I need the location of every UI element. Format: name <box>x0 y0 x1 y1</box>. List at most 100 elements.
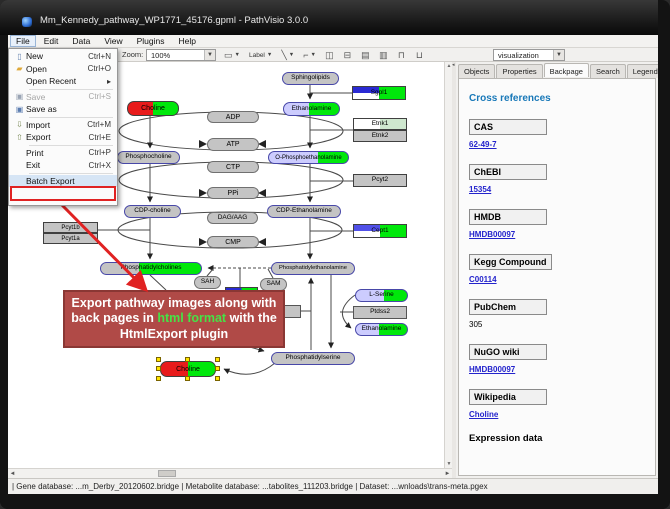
line-tool-button[interactable]: ╲▼ <box>278 49 297 61</box>
node-ptdss2[interactable]: Ptdss2 <box>353 306 407 319</box>
menu-item-new[interactable]: ▯NewCtrl+N <box>9 50 117 63</box>
distribute-horizontal-button[interactable]: ▥ <box>376 49 391 61</box>
menu-item-save-as[interactable]: ▣Save as <box>9 103 117 116</box>
xref-link[interactable]: 62-49-7 <box>469 140 645 149</box>
node-etnk2[interactable]: Etnk2 <box>353 130 407 142</box>
menu-item-file[interactable]: File <box>10 35 36 47</box>
selection-handle[interactable] <box>156 357 161 362</box>
menu-item-import[interactable]: ⇩ImportCtrl+M <box>9 119 117 132</box>
xref-link[interactable]: 15354 <box>469 185 645 194</box>
node-phosphatidylcholines[interactable]: Phosphatidylcholines <box>100 262 202 275</box>
node-pcyt2[interactable]: Pcyt2 <box>353 174 407 187</box>
horizontal-scrollbar[interactable]: ◄ ► <box>8 468 452 478</box>
node-etnk1[interactable]: Etnk1 <box>353 118 407 130</box>
node-ethanolamine-bottom[interactable]: Ethanolamine <box>355 323 408 336</box>
align-center-vertical-button[interactable]: ⊟ <box>340 49 355 61</box>
menu-item-edit[interactable]: Edit <box>38 35 65 47</box>
batch-export-highlight-box <box>10 186 116 201</box>
common-width-button[interactable]: ⊔ <box>412 49 427 61</box>
scroll-right-icon[interactable]: ► <box>443 470 452 478</box>
node-ethanolamine-top[interactable]: Ethanolamine <box>283 102 340 116</box>
selection-handle[interactable] <box>185 376 190 381</box>
datanode-tool-button[interactable]: ▭▼ <box>221 49 243 61</box>
chevron-down-icon[interactable]: ▼ <box>310 52 315 58</box>
node-choline-selected[interactable]: Choline <box>160 361 216 377</box>
node-atp[interactable]: ATP <box>207 138 259 151</box>
menu-item-plugins[interactable]: Plugins <box>131 35 171 47</box>
tab-properties[interactable]: Properties <box>496 64 542 78</box>
menu-item-print[interactable]: PrintCtrl+P <box>9 147 117 160</box>
menu-item-label: Print <box>26 148 43 158</box>
xref-link[interactable]: HMDB00097 <box>469 230 645 239</box>
chevron-down-icon[interactable]: ▼ <box>204 50 215 60</box>
node-o-phosphoethanolamine[interactable]: O-Phosphoethanolamine <box>268 151 349 164</box>
selection-handle[interactable] <box>215 376 220 381</box>
menu-item-view[interactable]: View <box>98 35 128 47</box>
chevron-down-icon[interactable]: ▼ <box>235 52 240 58</box>
menu-item-save[interactable]: ▣SaveCtrl+S <box>9 91 117 104</box>
xref-link[interactable]: C00114 <box>469 275 645 284</box>
sidebar-tabs: ObjectsPropertiesBackpageSearchLegend <box>458 64 665 78</box>
menu-item-help[interactable]: Help <box>173 35 202 47</box>
toolbar-buttons: ▭▼Label▼╲▼⌐▼◫⊟▤▥⊓⊔ <box>221 48 427 62</box>
node-pcyt1a[interactable]: Pcyt1a <box>43 233 98 244</box>
selection-handle[interactable] <box>156 376 161 381</box>
node-phosphatidylethanolamine[interactable]: Phosphatidylethanolamine <box>271 262 355 275</box>
tab-backpage[interactable]: Backpage <box>544 63 589 77</box>
menu-item-export[interactable]: ⇧ExportCtrl+E <box>9 131 117 144</box>
node-cdp-ethanolamine[interactable]: CDP-Ethanolamine <box>267 205 341 218</box>
selection-handle[interactable] <box>185 357 190 362</box>
connector-tool-button[interactable]: ⌐▼ <box>300 49 319 61</box>
node-l-serine[interactable]: L-Serine <box>355 289 408 302</box>
window-title: Mm_Kennedy_pathway_WP1771_45176.gpml - P… <box>40 15 308 26</box>
xref-link[interactable]: Choline <box>469 410 645 419</box>
common-height-button[interactable]: ⊓ <box>394 49 409 61</box>
node-cept1[interactable]: Cept1 <box>353 224 407 238</box>
visualization-combobox[interactable]: visualization ▼ <box>493 49 565 61</box>
menu-item-label: Save as <box>26 104 57 114</box>
scroll-left-icon[interactable]: ◄ <box>8 470 17 478</box>
node-cmp[interactable]: CMP <box>207 236 259 248</box>
node-phosphocholine[interactable]: Phosphocholine <box>117 151 180 164</box>
node-choline-top[interactable]: Choline <box>127 101 179 116</box>
scrollbar-thumb[interactable] <box>158 470 176 477</box>
node-sah[interactable]: SAH <box>194 276 221 289</box>
menu-item-label: Save <box>26 92 45 102</box>
chevron-down-icon[interactable]: ▼ <box>289 52 294 58</box>
menu-shortcut: Ctrl+S <box>89 92 111 101</box>
node-pisd-box[interactable] <box>284 305 301 318</box>
label-tool-button[interactable]: Label▼ <box>246 49 275 61</box>
menu-item-data[interactable]: Data <box>66 35 96 47</box>
node-ppi[interactable]: PPi <box>207 187 259 199</box>
node-sgpl1[interactable]: Sgpl1 <box>352 86 406 100</box>
cross-references-list: CAS62-49-7ChEBI15354HMDBHMDB00097Kegg Co… <box>469 117 645 419</box>
selection-handle[interactable] <box>215 357 220 362</box>
node-sphingolipids[interactable]: Sphingolipids <box>282 72 339 85</box>
import-icon: ⇩ <box>13 120 26 129</box>
vertical-scrollbar[interactable]: ▲ ▼ <box>444 62 452 468</box>
chevron-down-icon[interactable]: ▼ <box>267 52 272 58</box>
chevron-down-icon[interactable]: ▼ <box>553 50 564 60</box>
selection-handle[interactable] <box>156 366 161 371</box>
xref-link[interactable]: HMDB00097 <box>469 365 645 374</box>
xref-section-hmdb: HMDBHMDB00097 <box>469 207 645 239</box>
zoom-combobox[interactable]: 100% ▼ <box>146 49 216 61</box>
node-dag-aag[interactable]: DAG/AAG <box>207 212 258 224</box>
menu-item-exit[interactable]: ExitCtrl+X <box>9 159 117 172</box>
node-pcyt1b[interactable]: Pcyt1b <box>43 222 98 233</box>
node-ctp[interactable]: CTP <box>207 161 259 173</box>
pathvisio-window: Mm_Kennedy_pathway_WP1771_45176.gpml - P… <box>0 0 670 509</box>
selection-handle[interactable] <box>215 366 220 371</box>
tab-search[interactable]: Search <box>590 64 626 78</box>
align-center-horizontal-button[interactable]: ◫ <box>322 49 337 61</box>
node-adp[interactable]: ADP <box>207 111 259 123</box>
menu-item-open[interactable]: ▰OpenCtrl+O <box>9 63 117 76</box>
xref-database-name: NuGO wiki <box>469 344 547 360</box>
title-bar[interactable]: Mm_Kennedy_pathway_WP1771_45176.gpml - P… <box>0 0 670 35</box>
tab-objects[interactable]: Objects <box>458 64 495 78</box>
node-phosphatidylserine[interactable]: Phosphatidylserine <box>271 352 355 365</box>
distribute-vertical-button[interactable]: ▤ <box>358 49 373 61</box>
menu-item-label: Export <box>26 132 51 142</box>
menu-item-open-recent[interactable]: Open Recent▸ <box>9 75 117 88</box>
node-cdp-choline[interactable]: CDP-choline <box>124 205 181 218</box>
